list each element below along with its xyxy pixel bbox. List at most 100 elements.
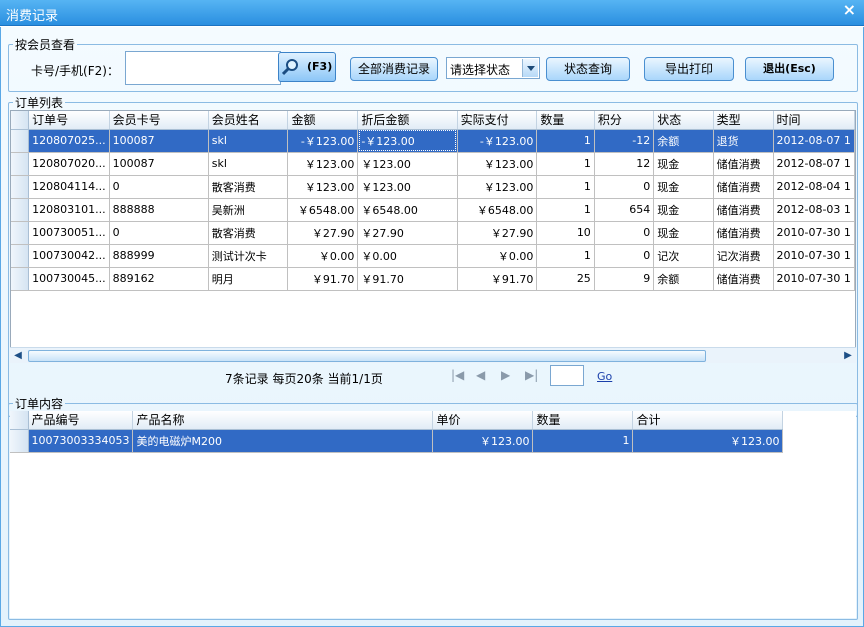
column-header[interactable]: 金额 <box>287 111 359 130</box>
cell-discounted[interactable]: ￥0.00 <box>357 244 458 268</box>
column-header[interactable]: 数量 <box>536 111 595 130</box>
column-header[interactable]: 订单号 <box>28 111 110 130</box>
cell-points[interactable]: 9 <box>594 267 655 291</box>
cell-paid[interactable]: ￥27.90 <box>457 221 538 245</box>
cell-name[interactable]: 明月 <box>208 267 289 291</box>
scroll-left-icon[interactable]: ◀ <box>11 349 25 363</box>
cell-points[interactable]: 654 <box>594 198 655 222</box>
cell-name[interactable]: 测试计次卡 <box>208 244 289 268</box>
cell-discounted[interactable]: ￥27.90 <box>357 221 458 245</box>
cell-points[interactable]: 12 <box>594 152 655 176</box>
table-row[interactable]: 120803101... 888888 吴新洲 ￥6548.00 ￥6548.00 ￥65… <box>11 198 855 222</box>
cell-order-no[interactable]: 120803101... <box>28 198 110 222</box>
cell-paid[interactable]: -￥123.00 <box>457 129 538 153</box>
orders-hscrollbar[interactable]: ◀ ▶ <box>10 347 856 363</box>
prev-page-icon[interactable]: ◀ <box>476 368 485 382</box>
cell-status[interactable]: 余额 <box>653 129 714 153</box>
cell-qty[interactable]: 25 <box>536 267 595 291</box>
cell-card-no[interactable]: 889162 <box>109 267 209 291</box>
next-page-icon[interactable]: ▶ <box>501 368 510 382</box>
exit-button[interactable]: 退出(Esc) <box>745 57 834 81</box>
table-row[interactable]: 100730045... 889162 明月 ￥91.70 ￥91.70 ￥91.70 25… <box>11 267 855 291</box>
cell-card-no[interactable]: 100087 <box>109 152 209 176</box>
search-button[interactable]: (F3) <box>278 52 336 82</box>
column-header[interactable]: 积分 <box>594 111 655 130</box>
cell-paid[interactable]: ￥123.00 <box>457 152 538 176</box>
cell-status[interactable]: 现金 <box>653 175 714 199</box>
column-header[interactable]: 状态 <box>653 111 714 130</box>
cell-order-no[interactable]: 120804114... <box>28 175 110 199</box>
table-row[interactable]: 120804114... 0 散客消费 ￥123.00 ￥123.00 ￥123.00 1 0… <box>11 175 855 199</box>
cell-discounted[interactable]: ￥6548.00 <box>357 198 458 222</box>
cell-paid[interactable]: ￥0.00 <box>457 244 538 268</box>
cell-type[interactable]: 储值消费 <box>713 152 774 176</box>
cell-discounted[interactable]: ￥123.00 <box>357 175 458 199</box>
row-header[interactable] <box>11 198 30 222</box>
cell-amount[interactable]: ￥27.90 <box>287 221 359 245</box>
cell-order-no[interactable]: 120807020... <box>28 152 110 176</box>
cell-name[interactable]: 美的电磁炉M200 <box>132 429 434 453</box>
cell-discounted[interactable]: ￥91.70 <box>357 267 458 291</box>
cell-card-no[interactable]: 888888 <box>109 198 209 222</box>
card-input[interactable] <box>125 51 281 85</box>
cell-card-no[interactable]: 100087 <box>109 129 209 153</box>
cell-paid[interactable]: ￥91.70 <box>457 267 538 291</box>
column-header[interactable]: 时间 <box>773 111 855 130</box>
cell-paid[interactable]: ￥123.00 <box>457 175 538 199</box>
cell-qty[interactable]: 1 <box>536 244 595 268</box>
cell-order-no[interactable]: 120807025... <box>28 129 110 153</box>
row-header[interactable] <box>11 175 30 199</box>
scroll-thumb[interactable] <box>28 350 706 362</box>
cell-time[interactable]: 2012-08-07 1 <box>773 152 855 176</box>
cell-time[interactable]: 2010-07-30 1 <box>773 221 855 245</box>
row-header[interactable] <box>11 221 30 245</box>
cell-time[interactable]: 2012-08-07 1 <box>773 129 855 153</box>
cell-status[interactable]: 记次 <box>653 244 714 268</box>
table-row[interactable]: 100730042... 888999 测试计次卡 ￥0.00 ￥0.00 ￥0.00 1 0… <box>11 244 855 268</box>
cell-type[interactable]: 储值消费 <box>713 198 774 222</box>
go-link[interactable]: Go <box>597 370 612 383</box>
column-header[interactable]: 会员卡号 <box>109 111 209 130</box>
column-header[interactable]: 合计 <box>632 411 784 430</box>
row-header[interactable] <box>11 152 30 176</box>
cell-qty[interactable]: 1 <box>536 175 595 199</box>
cell-discounted[interactable]: ￥123.00 <box>357 152 458 176</box>
cell-qty[interactable]: 1 <box>536 198 595 222</box>
cell-amount[interactable]: ￥123.00 <box>287 175 359 199</box>
page-number-input[interactable] <box>550 365 584 386</box>
column-header[interactable]: 会员姓名 <box>208 111 289 130</box>
close-icon[interactable]: × <box>843 0 856 19</box>
cell-points[interactable]: -12 <box>594 129 655 153</box>
row-header[interactable] <box>11 129 30 153</box>
cell-time[interactable]: 2012-08-04 1 <box>773 175 855 199</box>
cell-card-no[interactable]: 0 <box>109 221 209 245</box>
last-page-icon[interactable]: ▶| <box>525 368 538 382</box>
cell-status[interactable]: 余额 <box>653 267 714 291</box>
column-header[interactable]: 类型 <box>713 111 774 130</box>
chevron-down-icon[interactable] <box>522 59 538 77</box>
cell-points[interactable]: 0 <box>594 221 655 245</box>
cell-qty[interactable]: 10 <box>536 221 595 245</box>
cell-name[interactable]: skl <box>208 129 289 153</box>
cell-order-no[interactable]: 100730045... <box>28 267 110 291</box>
cell-name[interactable]: 吴新洲 <box>208 198 289 222</box>
cell-paid[interactable]: ￥6548.00 <box>457 198 538 222</box>
status-select[interactable]: 请选择状态 <box>446 57 540 79</box>
row-header[interactable] <box>11 267 30 291</box>
table-row[interactable]: 10073003334053 美的电磁炉M200 ￥123.00 1 ￥123.00 <box>10 429 784 453</box>
cell-amount[interactable]: -￥123.00 <box>287 129 359 153</box>
cell-order-no[interactable]: 100730051... <box>28 221 110 245</box>
table-row[interactable]: 100730051... 0 散客消费 ￥27.90 ￥27.90 ￥27.90 10 0 现金… <box>11 221 855 245</box>
column-header[interactable]: 产品编号 <box>28 411 134 430</box>
cell-type[interactable]: 储值消费 <box>713 221 774 245</box>
cell-status[interactable]: 现金 <box>653 198 714 222</box>
cell-type[interactable]: 退货 <box>713 129 774 153</box>
scroll-right-icon[interactable]: ▶ <box>841 349 855 363</box>
cell-card-no[interactable]: 888999 <box>109 244 209 268</box>
cell-total[interactable]: ￥123.00 <box>632 429 784 453</box>
cell-amount[interactable]: ￥91.70 <box>287 267 359 291</box>
column-header[interactable]: 单价 <box>432 411 534 430</box>
column-header[interactable]: 产品名称 <box>132 411 434 430</box>
cell-points[interactable]: 0 <box>594 175 655 199</box>
first-page-icon[interactable]: |◀ <box>451 368 464 382</box>
